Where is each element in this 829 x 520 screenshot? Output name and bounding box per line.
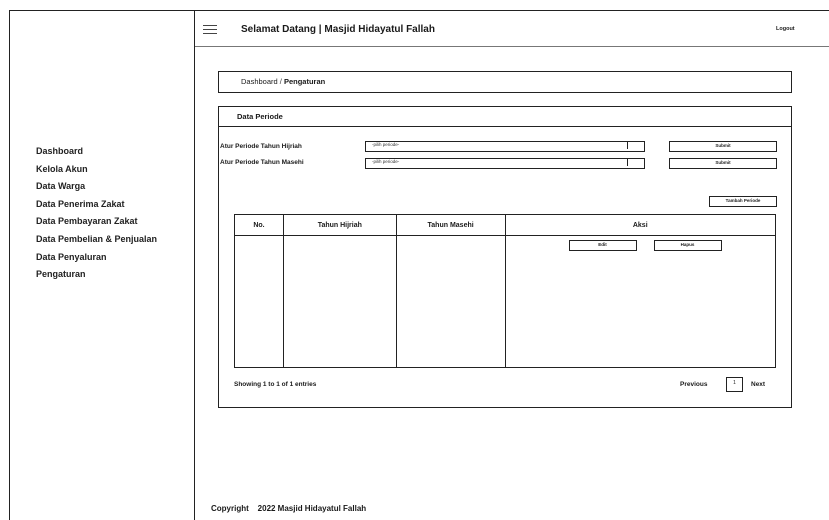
cell-no bbox=[234, 235, 284, 368]
periode-table: No. Tahun Hijriah Tahun Masehi Aksi Edit… bbox=[234, 214, 777, 368]
masehi-submit-button[interactable]: Submit bbox=[669, 158, 777, 169]
edit-button[interactable]: Edit bbox=[568, 240, 637, 251]
tambah-periode-button[interactable]: Tambah Periode bbox=[709, 196, 777, 207]
cell-tahun-masehi bbox=[395, 235, 506, 368]
sidebar-item-data-warga[interactable]: Data Warga bbox=[36, 181, 85, 191]
column-header-tahun-hijriah: Tahun Hijriah bbox=[282, 214, 397, 236]
masehi-period-select[interactable]: -pilih periode- bbox=[365, 158, 645, 169]
table-header-row: No. Tahun Hijriah Tahun Masehi Aksi bbox=[234, 214, 777, 236]
sidebar-item-data-penyaluran[interactable]: Data Penyaluran bbox=[36, 252, 107, 262]
sidebar-item-data-penerima-zakat[interactable]: Data Penerima Zakat bbox=[36, 199, 125, 209]
breadcrumb-dashboard[interactable]: Dashboard bbox=[241, 77, 278, 86]
footer-copyright: Copyright 2022 Masjid Hidayatul Fallah bbox=[211, 504, 367, 513]
masehi-label: Atur Periode Tahun Masehi bbox=[220, 159, 304, 166]
chevron-down-icon bbox=[627, 159, 644, 166]
column-header-tahun-masehi: Tahun Masehi bbox=[395, 214, 506, 236]
cell-tahun-hijriah bbox=[282, 235, 397, 368]
current-page-button[interactable]: 1 bbox=[726, 377, 743, 392]
column-header-aksi: Aksi bbox=[504, 214, 777, 236]
entries-info: Showing 1 to 1 of 1 entries bbox=[234, 381, 317, 388]
hijriah-label: Atur Periode Tahun Hijriah bbox=[220, 143, 302, 150]
sidebar-item-kelola-akun[interactable]: Kelola Akun bbox=[36, 164, 88, 174]
next-page-button[interactable]: Next bbox=[751, 381, 765, 388]
hijriah-submit-button[interactable]: Submit bbox=[669, 141, 777, 152]
masehi-select-placeholder: -pilih periode- bbox=[372, 159, 400, 164]
breadcrumb-current: Pengaturan bbox=[283, 77, 326, 86]
sidebar-item-data-pembayaran-zakat[interactable]: Data Pembayaran Zakat bbox=[36, 216, 138, 226]
header-title: Selamat Datang | Masjid Hidayatul Fallah bbox=[241, 24, 435, 35]
sidebar-item-data-pembelian-penjualan[interactable]: Data Pembelian & Penjualan bbox=[36, 234, 157, 244]
previous-page-button[interactable]: Previous bbox=[680, 381, 707, 388]
header-top-border bbox=[195, 10, 829, 11]
header-divider bbox=[195, 46, 829, 47]
hamburger-menu-icon[interactable] bbox=[203, 25, 217, 35]
data-periode-card: Data Periode Atur Periode Tahun Hijriah … bbox=[218, 106, 792, 408]
table-row: Edit Hapus bbox=[234, 235, 777, 368]
card-title: Data Periode bbox=[237, 112, 283, 121]
breadcrumb: Dashboard / Pengaturan bbox=[218, 71, 792, 93]
hijriah-select-placeholder: -pilih periode- bbox=[372, 142, 400, 147]
sidebar-item-pengaturan[interactable]: Pengaturan bbox=[36, 269, 86, 279]
sidebar-item-dashboard[interactable]: Dashboard bbox=[36, 146, 83, 156]
sidebar: Dashboard Kelola Akun Data Warga Data Pe… bbox=[9, 10, 195, 520]
chevron-down-icon bbox=[627, 142, 644, 149]
column-header-no: No. bbox=[234, 214, 284, 236]
cell-aksi: Edit Hapus bbox=[504, 235, 777, 368]
card-header: Data Periode bbox=[219, 107, 791, 127]
hijriah-period-select[interactable]: -pilih periode- bbox=[365, 141, 645, 152]
logout-link[interactable]: Logout bbox=[776, 26, 795, 32]
hapus-button[interactable]: Hapus bbox=[653, 240, 722, 251]
